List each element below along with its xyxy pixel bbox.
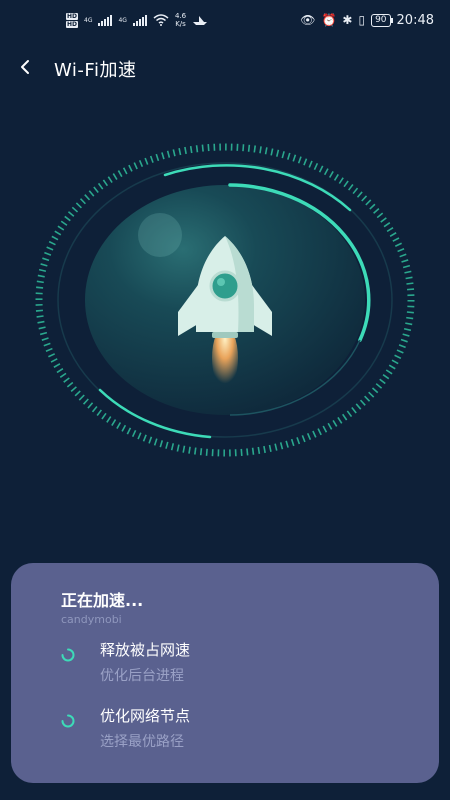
hd-badge: HD bbox=[66, 12, 79, 20]
alarm-icon: ⏰ bbox=[321, 13, 337, 27]
network-type: 4G bbox=[118, 16, 127, 24]
hd-badges: HD HD bbox=[66, 12, 79, 28]
status-bar-right: 👁 ⏰ ✱ ▯ 90 20:48 bbox=[300, 11, 434, 29]
network-type: 4G bbox=[84, 16, 93, 24]
task-description: 选择最优路径 bbox=[100, 734, 184, 750]
acceleration-graphic bbox=[35, 143, 415, 457]
page-title: Wi-Fi加速 bbox=[54, 60, 137, 81]
boat-notification-icon bbox=[193, 16, 208, 25]
chevron-left-icon bbox=[21, 60, 29, 74]
network-speed: 4.6 K/s bbox=[175, 12, 186, 28]
progress-title: 正在加速... bbox=[61, 591, 144, 610]
progress-subtitle: candymobi bbox=[61, 613, 122, 626]
back-button[interactable] bbox=[14, 55, 38, 79]
loading-spinner-icon bbox=[61, 648, 75, 662]
signal-icon bbox=[98, 14, 113, 26]
battery-icon: 90 bbox=[371, 13, 394, 27]
task-name: 释放被占网速 bbox=[100, 641, 191, 659]
wifi-icon bbox=[153, 14, 169, 26]
task-item: 优化网络节点 选择最优路径 bbox=[61, 703, 401, 753]
status-bar: HD HD 4G 4G 4.6 K/s 👁 ⏰ ✱ ▯ 90 20:48 bbox=[0, 0, 450, 40]
task-description: 优化后台进程 bbox=[100, 668, 184, 684]
signal-icon bbox=[132, 14, 147, 26]
progress-card: 正在加速... candymobi 释放被占网速 优化后台进程 优化网络节点 选… bbox=[11, 563, 439, 783]
speed-unit: K/s bbox=[175, 20, 186, 28]
eye-icon: 👁 bbox=[300, 13, 316, 27]
loading-spinner-icon bbox=[61, 714, 75, 728]
clock: 20:48 bbox=[396, 12, 434, 28]
speed-value: 4.6 bbox=[174, 12, 187, 20]
status-bar-left: HD HD 4G 4G 4.6 K/s bbox=[66, 9, 208, 31]
task-name: 优化网络节点 bbox=[100, 707, 191, 725]
bluetooth-icon: ✱ bbox=[342, 13, 353, 27]
vibrate-icon: ▯ bbox=[358, 13, 366, 27]
task-item: 释放被占网速 优化后台进程 bbox=[61, 637, 401, 687]
glow-spot bbox=[138, 213, 182, 257]
hd-badge: HD bbox=[66, 20, 79, 28]
